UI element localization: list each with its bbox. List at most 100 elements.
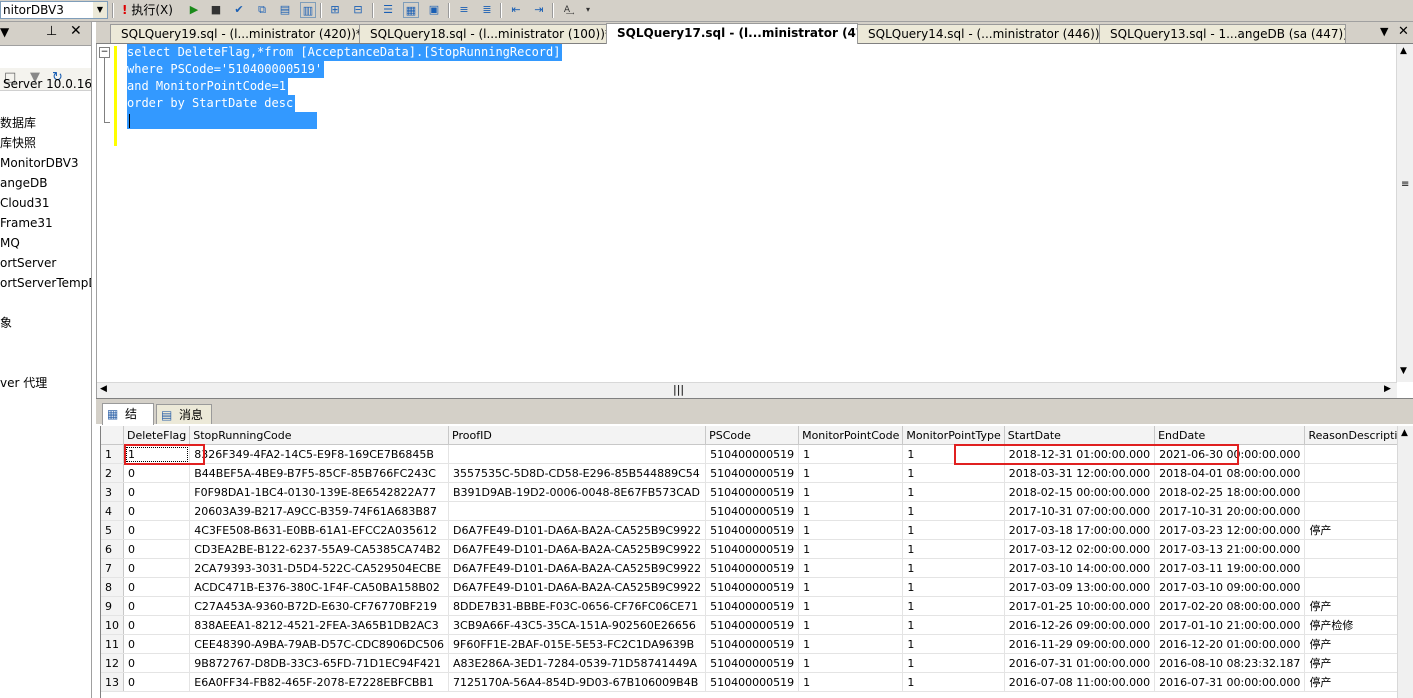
row-number[interactable]: 8: [101, 577, 124, 597]
table-cell[interactable]: 0: [123, 653, 191, 673]
table-cell[interactable]: 1: [902, 672, 1005, 692]
uncomment-icon[interactable]: ≣: [479, 2, 495, 18]
table-cell[interactable]: 1: [902, 444, 1005, 464]
table-cell[interactable]: 8DDE7B31-BBBE-F03C-0656-CF76FC06CE71: [448, 596, 707, 616]
row-number[interactable]: 9: [101, 596, 124, 616]
scroll-right-icon[interactable]: ▶: [1384, 384, 1391, 394]
table-cell[interactable]: 3557535C-5D8D-CD58-E296-85B544889C54: [448, 463, 707, 483]
table-cell[interactable]: 1: [902, 634, 1005, 654]
table-cell[interactable]: 1: [798, 558, 904, 578]
table-row[interactable]: 4 0 20603A39-B217-A9CC-B359-74F61A683B87 51…: [101, 501, 1413, 521]
tree-item-mq[interactable]: MQ: [0, 234, 20, 252]
display-plan-icon[interactable]: ⧉: [254, 2, 270, 18]
table-cell[interactable]: 1: [902, 577, 1005, 597]
outdent-icon[interactable]: ⇤: [508, 2, 524, 18]
close-icon[interactable]: ✕: [1398, 24, 1409, 39]
specify-values-icon[interactable]: A͢: [559, 2, 575, 18]
tab-list-icon[interactable]: ▼: [1380, 25, 1388, 38]
table-cell[interactable]: 2017-10-31 07:00:00.000: [1004, 501, 1156, 521]
table-row[interactable]: 8 0 ACDC471B-E376-380C-1F4F-CA50BA158B02 D6…: [101, 577, 1413, 597]
table-cell[interactable]: 1: [798, 653, 904, 673]
table-cell[interactable]: 0: [123, 615, 191, 635]
table-cell[interactable]: D6A7FE49-D101-DA6A-BA2A-CA525B9C9922: [448, 520, 707, 540]
table-cell[interactable]: 2017-10-31 20:00:00.000: [1154, 501, 1306, 521]
tree-item-changedb[interactable]: angeDB: [0, 174, 47, 192]
table-cell[interactable]: 510400000519: [705, 653, 800, 673]
scroll-grip-icon[interactable]: |||: [673, 383, 684, 396]
table-cell[interactable]: 1: [902, 615, 1005, 635]
table-cell[interactable]: 1: [902, 501, 1005, 521]
table-cell[interactable]: [448, 444, 707, 464]
collapse-icon[interactable]: −: [99, 47, 110, 58]
tree-item-server[interactable]: Server 10.0.160: [3, 75, 91, 93]
column-header[interactable]: StopRunningCode: [189, 426, 450, 445]
table-cell[interactable]: 2016-08-10 08:23:32.187: [1154, 653, 1306, 673]
table-cell[interactable]: 510400000519: [705, 634, 800, 654]
table-cell[interactable]: 1: [798, 463, 904, 483]
table-cell[interactable]: 510400000519: [705, 482, 800, 502]
table-cell[interactable]: C27A453A-9360-B72D-E630-CF76770BF219: [189, 596, 450, 616]
tab-sqlquery19[interactable]: SQLQuery19.sql - (l...ministrator (420))…: [110, 24, 360, 43]
row-number[interactable]: 12: [101, 653, 124, 673]
table-cell[interactable]: 510400000519: [705, 444, 800, 464]
tree-item-cloud31[interactable]: Cloud31: [0, 194, 50, 212]
client-stats-icon[interactable]: ⊟: [350, 2, 366, 18]
table-cell[interactable]: 2016-12-20 01:00:00.000: [1154, 634, 1306, 654]
database-select[interactable]: nitorDBV3 ▼: [0, 1, 108, 19]
query-options-icon[interactable]: ▤: [277, 2, 293, 18]
table-cell[interactable]: 0: [123, 558, 191, 578]
table-cell[interactable]: 510400000519: [705, 558, 800, 578]
column-header[interactable]: MonitorPointCode: [798, 426, 904, 445]
table-cell[interactable]: D6A7FE49-D101-DA6A-BA2A-CA525B9C9922: [448, 558, 707, 578]
table-cell[interactable]: 1: [798, 672, 904, 692]
row-number[interactable]: 13: [101, 672, 124, 692]
table-cell[interactable]: 2018-02-25 18:00:00.000: [1154, 482, 1306, 502]
table-cell[interactable]: 1: [798, 520, 904, 540]
table-cell[interactable]: 2018-12-31 01:00:00.000: [1004, 444, 1156, 464]
table-row[interactable]: 10 0 838AEEA1-8212-4521-2FEA-3A65B1DB2AC3 3…: [101, 615, 1413, 635]
table-cell[interactable]: 1: [902, 558, 1005, 578]
table-cell[interactable]: 0: [123, 634, 191, 654]
table-cell[interactable]: 1: [798, 444, 904, 464]
table-cell[interactable]: 1: [798, 539, 904, 559]
table-cell[interactable]: 9B872767-D8DB-33C3-65FD-71D1EC94F421: [189, 653, 450, 673]
debug-run-icon[interactable]: ▶: [186, 2, 202, 18]
table-cell[interactable]: [448, 501, 707, 521]
results-text-icon[interactable]: ☰: [380, 2, 396, 18]
table-cell[interactable]: 2016-07-08 11:00:00.000: [1004, 672, 1156, 692]
table-cell[interactable]: 1: [798, 501, 904, 521]
indent-icon[interactable]: ⇥: [531, 2, 547, 18]
table-row[interactable]: 7 0 2CA79393-3031-D5D4-522C-CA529504ECBE D6…: [101, 558, 1413, 578]
table-cell[interactable]: 0: [123, 482, 191, 502]
stop-icon[interactable]: ■: [208, 2, 224, 18]
scroll-up-icon[interactable]: ▲: [1401, 428, 1408, 438]
table-cell[interactable]: 0: [123, 596, 191, 616]
scroll-left-icon[interactable]: ◀: [100, 384, 107, 394]
table-row[interactable]: 11 0 CEE48390-A9BA-79AB-D57C-CDC8906DC506 9…: [101, 634, 1413, 654]
column-header[interactable]: DeleteFlag: [123, 426, 191, 445]
table-cell[interactable]: 2018-02-15 00:00:00.000: [1004, 482, 1156, 502]
table-cell[interactable]: 2017-03-09 13:00:00.000: [1004, 577, 1156, 597]
table-cell[interactable]: 1: [798, 634, 904, 654]
table-cell[interactable]: 2017-01-25 10:00:00.000: [1004, 596, 1156, 616]
table-cell[interactable]: 2017-03-18 17:00:00.000: [1004, 520, 1156, 540]
dropdown-arrow-icon[interactable]: ▼: [0, 25, 9, 39]
row-number[interactable]: 6: [101, 539, 124, 559]
table-cell[interactable]: 2CA79393-3031-D5D4-522C-CA529504ECBE: [189, 558, 450, 578]
table-cell[interactable]: A83E286A-3ED1-7284-0539-71D58741449A: [448, 653, 707, 673]
table-cell[interactable]: 0: [123, 539, 191, 559]
vertical-scrollbar[interactable]: ▲ ≡ ▼: [1396, 44, 1413, 382]
corner-cell[interactable]: [101, 426, 124, 445]
chevron-down-icon[interactable]: ▼: [93, 2, 107, 18]
table-cell[interactable]: D6A7FE49-D101-DA6A-BA2A-CA525B9C9922: [448, 539, 707, 559]
table-row[interactable]: 9 0 C27A453A-9360-B72D-E630-CF76770BF219 8D…: [101, 596, 1413, 616]
table-row[interactable]: 6 0 CD3EA2BE-B122-6237-55A9-CA5385CA74B2 D6…: [101, 539, 1413, 559]
table-cell[interactable]: 2016-12-26 09:00:00.000: [1004, 615, 1156, 635]
table-cell[interactable]: ACDC471B-E376-380C-1F4F-CA50BA158B02: [189, 577, 450, 597]
table-row[interactable]: 2 0 B44BEF5A-4BE9-B7F5-85CF-85B766FC243C 35…: [101, 463, 1413, 483]
table-cell[interactable]: 1: [902, 596, 1005, 616]
table-cell[interactable]: 0: [123, 501, 191, 521]
results-grid-icon[interactable]: ▦: [403, 2, 419, 18]
table-cell[interactable]: 2017-03-10 09:00:00.000: [1154, 577, 1306, 597]
table-cell[interactable]: 510400000519: [705, 577, 800, 597]
